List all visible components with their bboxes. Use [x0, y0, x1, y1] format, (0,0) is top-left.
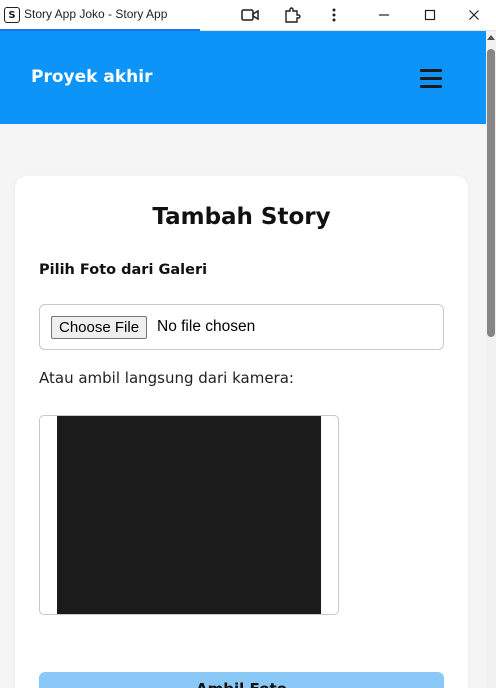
- capture-photo-label: Ambil Foto: [39, 680, 444, 688]
- window-title: Story App Joko - Story App: [24, 7, 168, 21]
- close-icon[interactable]: [464, 5, 484, 25]
- camera-icon[interactable]: [240, 5, 260, 25]
- camera-label: Atau ambil langsung dari kamera:: [39, 369, 294, 387]
- file-input[interactable]: Choose File No file chosen: [39, 304, 444, 350]
- more-icon[interactable]: [324, 5, 344, 25]
- camera-preview: [39, 415, 339, 615]
- extension-icon[interactable]: [282, 5, 302, 25]
- window-titlebar: S Story App Joko - Story App: [0, 0, 496, 31]
- file-status-text: No file chosen: [157, 318, 256, 335]
- page-title: Tambah Story: [152, 204, 331, 230]
- choose-file-button[interactable]: Choose File: [51, 316, 148, 339]
- minimize-icon[interactable]: [374, 5, 394, 25]
- hamburger-icon[interactable]: [418, 67, 444, 91]
- camera-video-feed: [57, 416, 321, 614]
- maximize-icon[interactable]: [420, 5, 440, 25]
- app-icon: S: [4, 7, 20, 23]
- page-scrollbar[interactable]: [486, 31, 496, 688]
- scroll-up-arrow-icon[interactable]: [487, 35, 495, 40]
- scroll-thumb[interactable]: [487, 49, 495, 337]
- brand-title[interactable]: Proyek akhir: [31, 67, 152, 87]
- app-header: Proyek akhir: [0, 31, 486, 124]
- capture-photo-button[interactable]: Ambil Foto: [39, 672, 444, 688]
- gallery-label: Pilih Foto dari Galeri: [39, 262, 208, 278]
